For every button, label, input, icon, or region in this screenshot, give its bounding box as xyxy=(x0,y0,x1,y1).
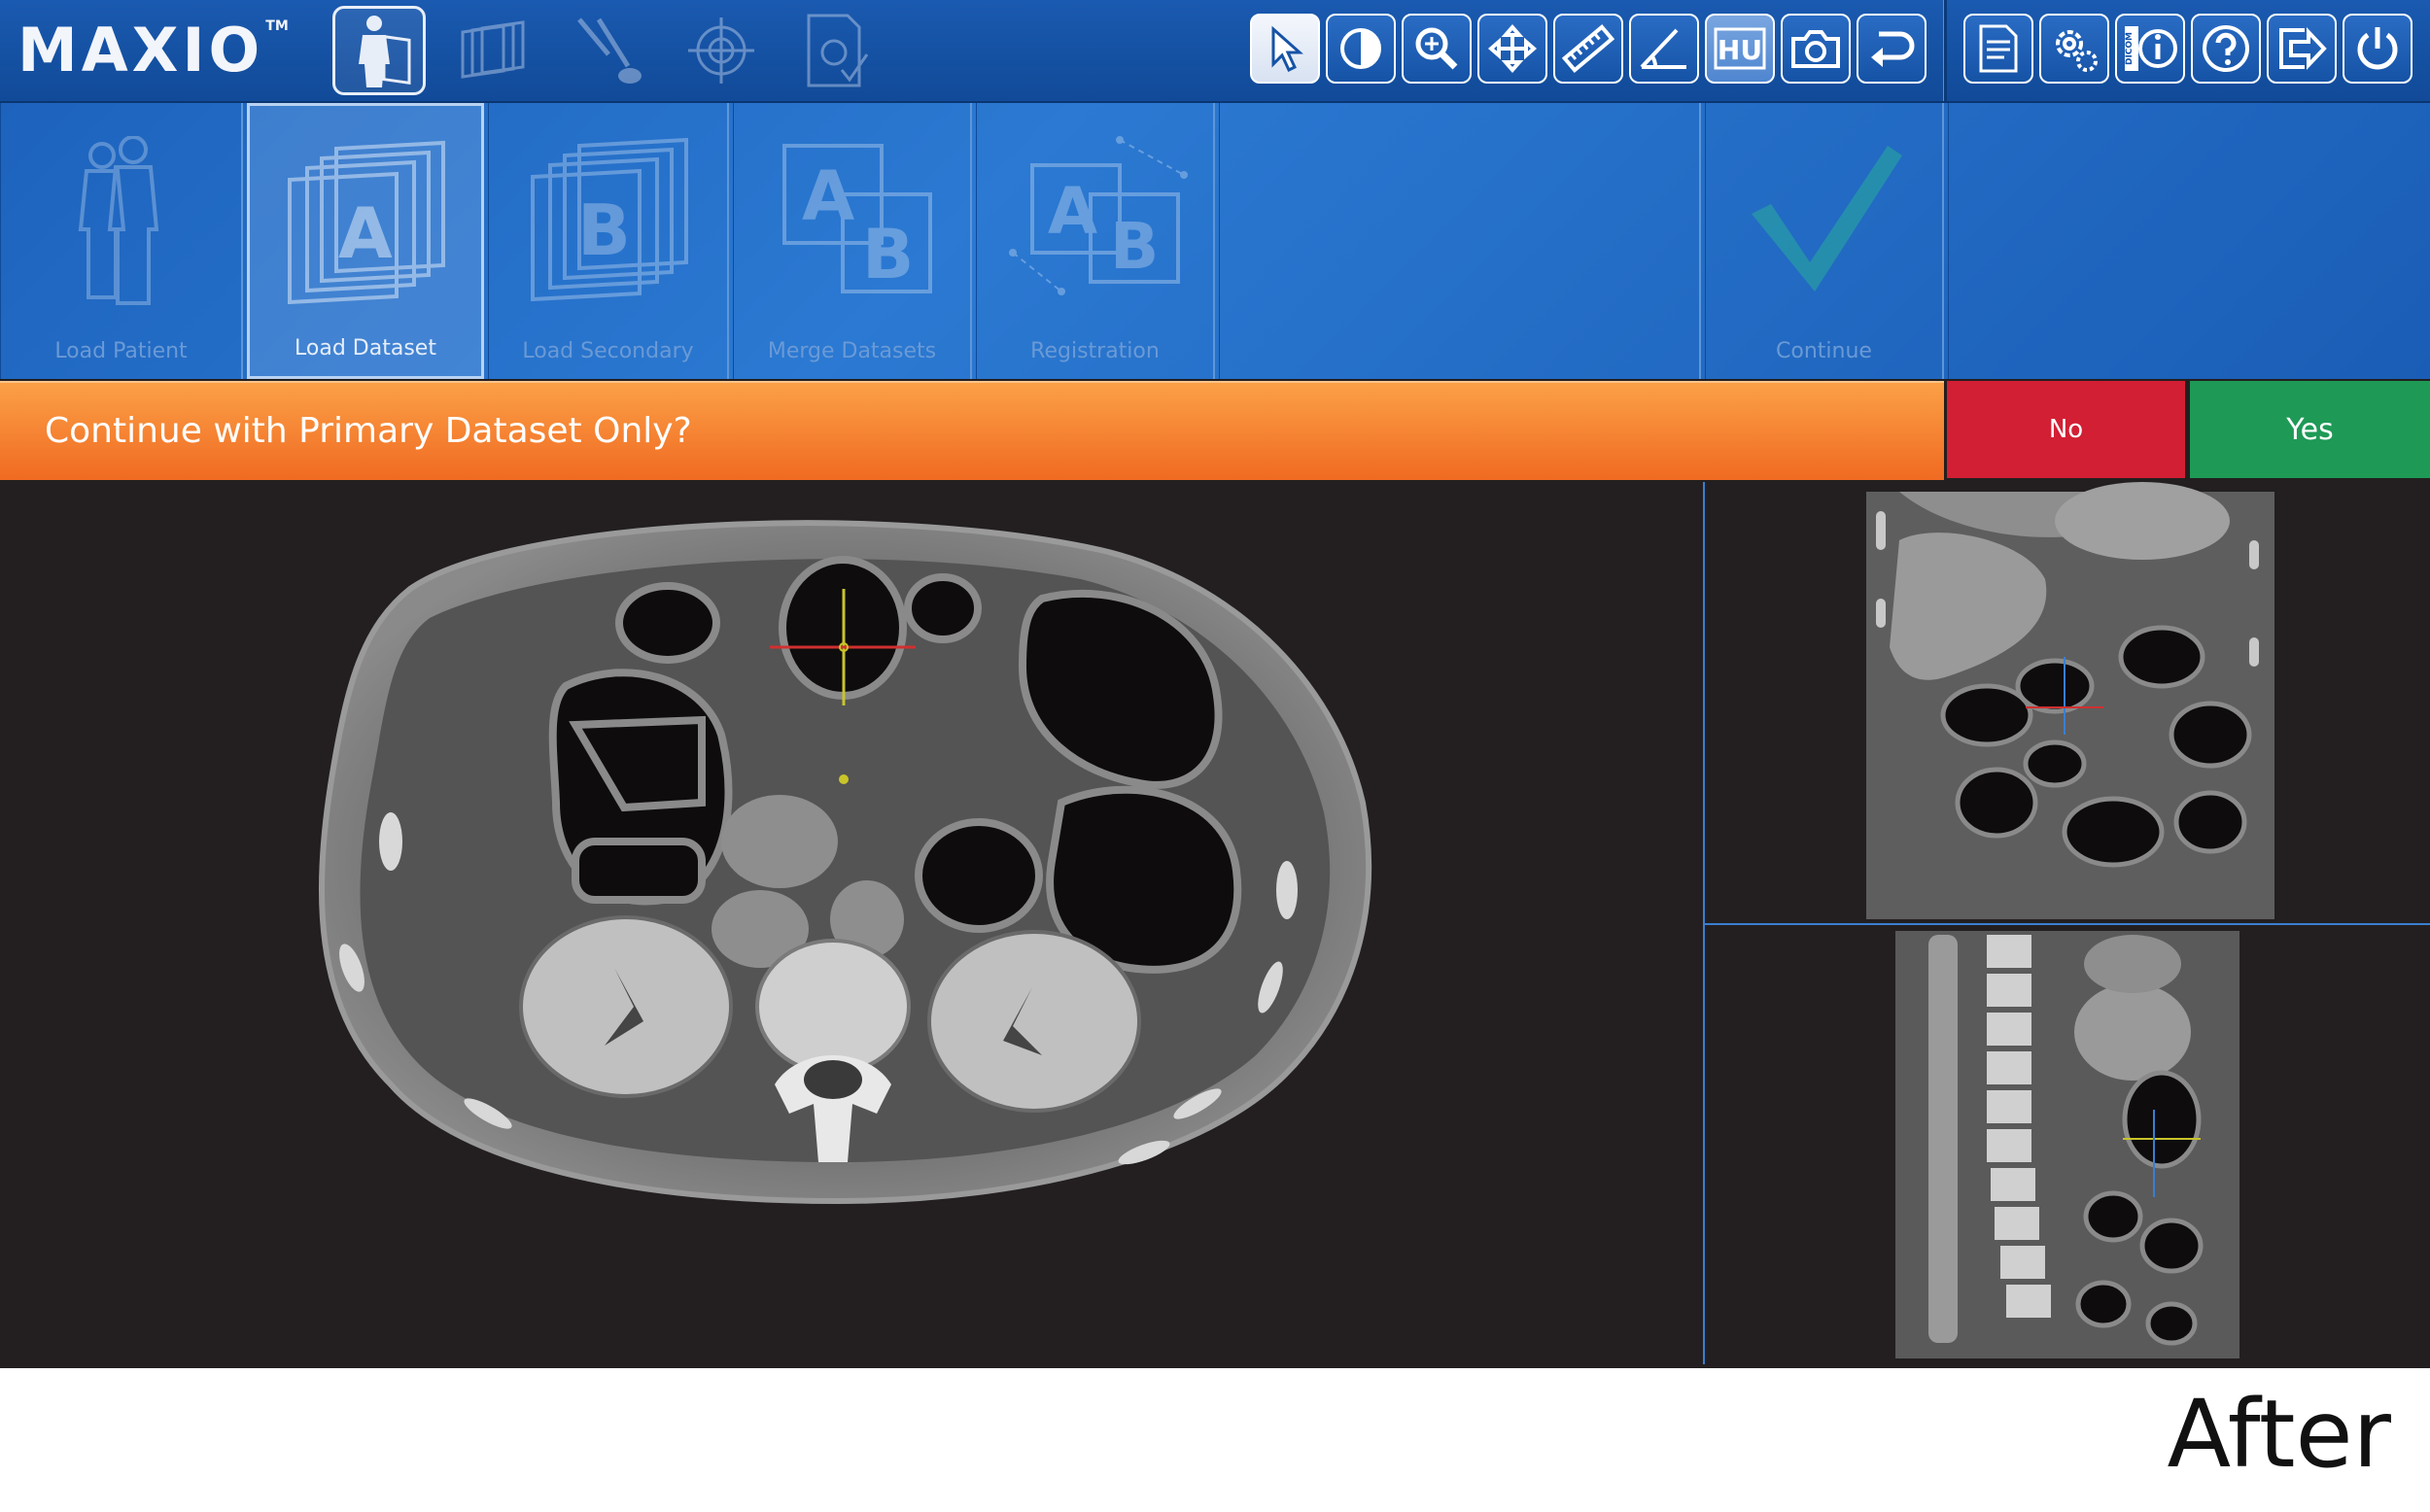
instruments-icon xyxy=(577,17,642,84)
target-workflow-button[interactable] xyxy=(675,6,768,95)
maxio-app: MAXIO TM HU DICOM Load Patient A Load Da… xyxy=(0,0,2430,1368)
angle-icon xyxy=(1640,28,1686,69)
help-button[interactable] xyxy=(2191,14,2261,84)
contrast-tool-button[interactable] xyxy=(1326,14,1396,84)
volume-workflow-button[interactable] xyxy=(447,6,540,95)
yes-button[interactable]: Yes xyxy=(2190,381,2430,478)
patient-icon xyxy=(359,16,411,87)
svg-text:A: A xyxy=(338,192,393,274)
camera-tool-button[interactable] xyxy=(1781,14,1851,84)
sagittal-viewport[interactable] xyxy=(1703,925,2430,1364)
svg-text:DICOM: DICOM xyxy=(2125,32,2135,65)
dataset-a-icon: A xyxy=(288,140,445,304)
settings-button[interactable] xyxy=(2039,14,2109,84)
step-label: Merge Datasets xyxy=(767,339,937,363)
step-load-dataset[interactable]: A Load Dataset xyxy=(247,103,484,379)
merge-icon: A B xyxy=(781,144,932,294)
pointer-icon xyxy=(1271,25,1303,72)
hu-tool-button[interactable]: HU xyxy=(1705,14,1775,84)
power-icon xyxy=(2357,27,2398,70)
axial-viewport[interactable] xyxy=(2,482,1699,1364)
axial-ct-image xyxy=(318,520,1372,1205)
export-button[interactable] xyxy=(2267,14,2337,84)
step-empty-panel xyxy=(1219,103,1701,379)
svg-text:B: B xyxy=(862,215,914,294)
toolbar-separator xyxy=(1943,0,1947,101)
settings-icon xyxy=(2056,30,2098,72)
confirmation-bar: Continue with Primary Dataset Only? xyxy=(0,381,1944,480)
dicom-info-icon: DICOM xyxy=(2125,26,2177,71)
volume-icon xyxy=(461,20,525,79)
step-label: Load Secondary xyxy=(522,339,694,363)
coronal-viewport[interactable] xyxy=(1703,482,2430,925)
logo-text: MAXIO xyxy=(17,15,264,86)
sagittal-ct-image xyxy=(1895,931,2239,1358)
step-continue[interactable]: Continue xyxy=(1705,103,1944,379)
report-icon xyxy=(1979,24,2018,73)
svg-text:A: A xyxy=(802,156,854,236)
camera-icon xyxy=(1791,30,1840,68)
no-button[interactable]: No xyxy=(1947,381,2185,478)
right-panel xyxy=(1948,103,2430,379)
confirmation-question: Continue with Primary Dataset Only? xyxy=(45,411,692,451)
undo-icon xyxy=(1871,31,1915,67)
maxio-logo: MAXIO TM xyxy=(17,19,289,82)
top-toolbar: MAXIO TM HU DICOM xyxy=(0,0,2430,103)
hu-icon: HU xyxy=(1714,27,1766,70)
undo-tool-button[interactable] xyxy=(1857,14,1927,84)
step-registration[interactable]: A B Registration xyxy=(976,103,1215,379)
patients-icon xyxy=(78,136,158,305)
target-icon xyxy=(688,17,754,84)
svg-text:A: A xyxy=(1048,174,1097,249)
checkmark-icon xyxy=(1751,146,1902,292)
instruments-workflow-button[interactable] xyxy=(562,6,655,95)
svg-text:B: B xyxy=(1110,209,1159,284)
plan-check-workflow-button[interactable] xyxy=(789,6,883,95)
logo-trademark: TM xyxy=(265,18,289,34)
step-load-patient[interactable]: Load Patient xyxy=(0,103,243,379)
step-label: Load Dataset xyxy=(295,336,436,361)
svg-text:B: B xyxy=(577,189,631,271)
svg-text:HU: HU xyxy=(1718,34,1762,66)
zoom-tool-button[interactable] xyxy=(1402,14,1472,84)
angle-tool-button[interactable] xyxy=(1629,14,1699,84)
plan-check-icon xyxy=(807,14,869,87)
step-label: Continue xyxy=(1776,339,1872,363)
ruler-tool-button[interactable] xyxy=(1553,14,1623,84)
after-caption: After xyxy=(2167,1380,2391,1489)
ruler-icon xyxy=(1562,23,1614,74)
step-label: Load Patient xyxy=(54,339,188,363)
step-load-secondary[interactable]: B Load Secondary xyxy=(488,103,729,379)
contrast-icon xyxy=(1340,28,1381,69)
workflow-steps: Load Patient A Load Dataset B Load Secon… xyxy=(0,103,2430,379)
zoom-icon xyxy=(1415,27,1458,70)
step-label: Registration xyxy=(1030,339,1160,363)
power-button[interactable] xyxy=(2343,14,2413,84)
registration-icon: A B xyxy=(1008,136,1188,295)
help-icon xyxy=(2203,25,2249,72)
pan-icon xyxy=(1487,23,1538,74)
pan-tool-button[interactable] xyxy=(1477,14,1547,84)
export-icon xyxy=(2279,26,2327,71)
coronal-ct-image xyxy=(1866,482,2274,919)
step-merge-datasets[interactable]: A B Merge Datasets xyxy=(733,103,972,379)
dicom-info-button[interactable]: DICOM xyxy=(2115,14,2185,84)
report-button[interactable] xyxy=(1963,14,2033,84)
patient-workflow-button[interactable] xyxy=(332,6,426,95)
dataset-b-icon: B xyxy=(530,137,688,301)
pointer-tool-button[interactable] xyxy=(1250,14,1320,84)
